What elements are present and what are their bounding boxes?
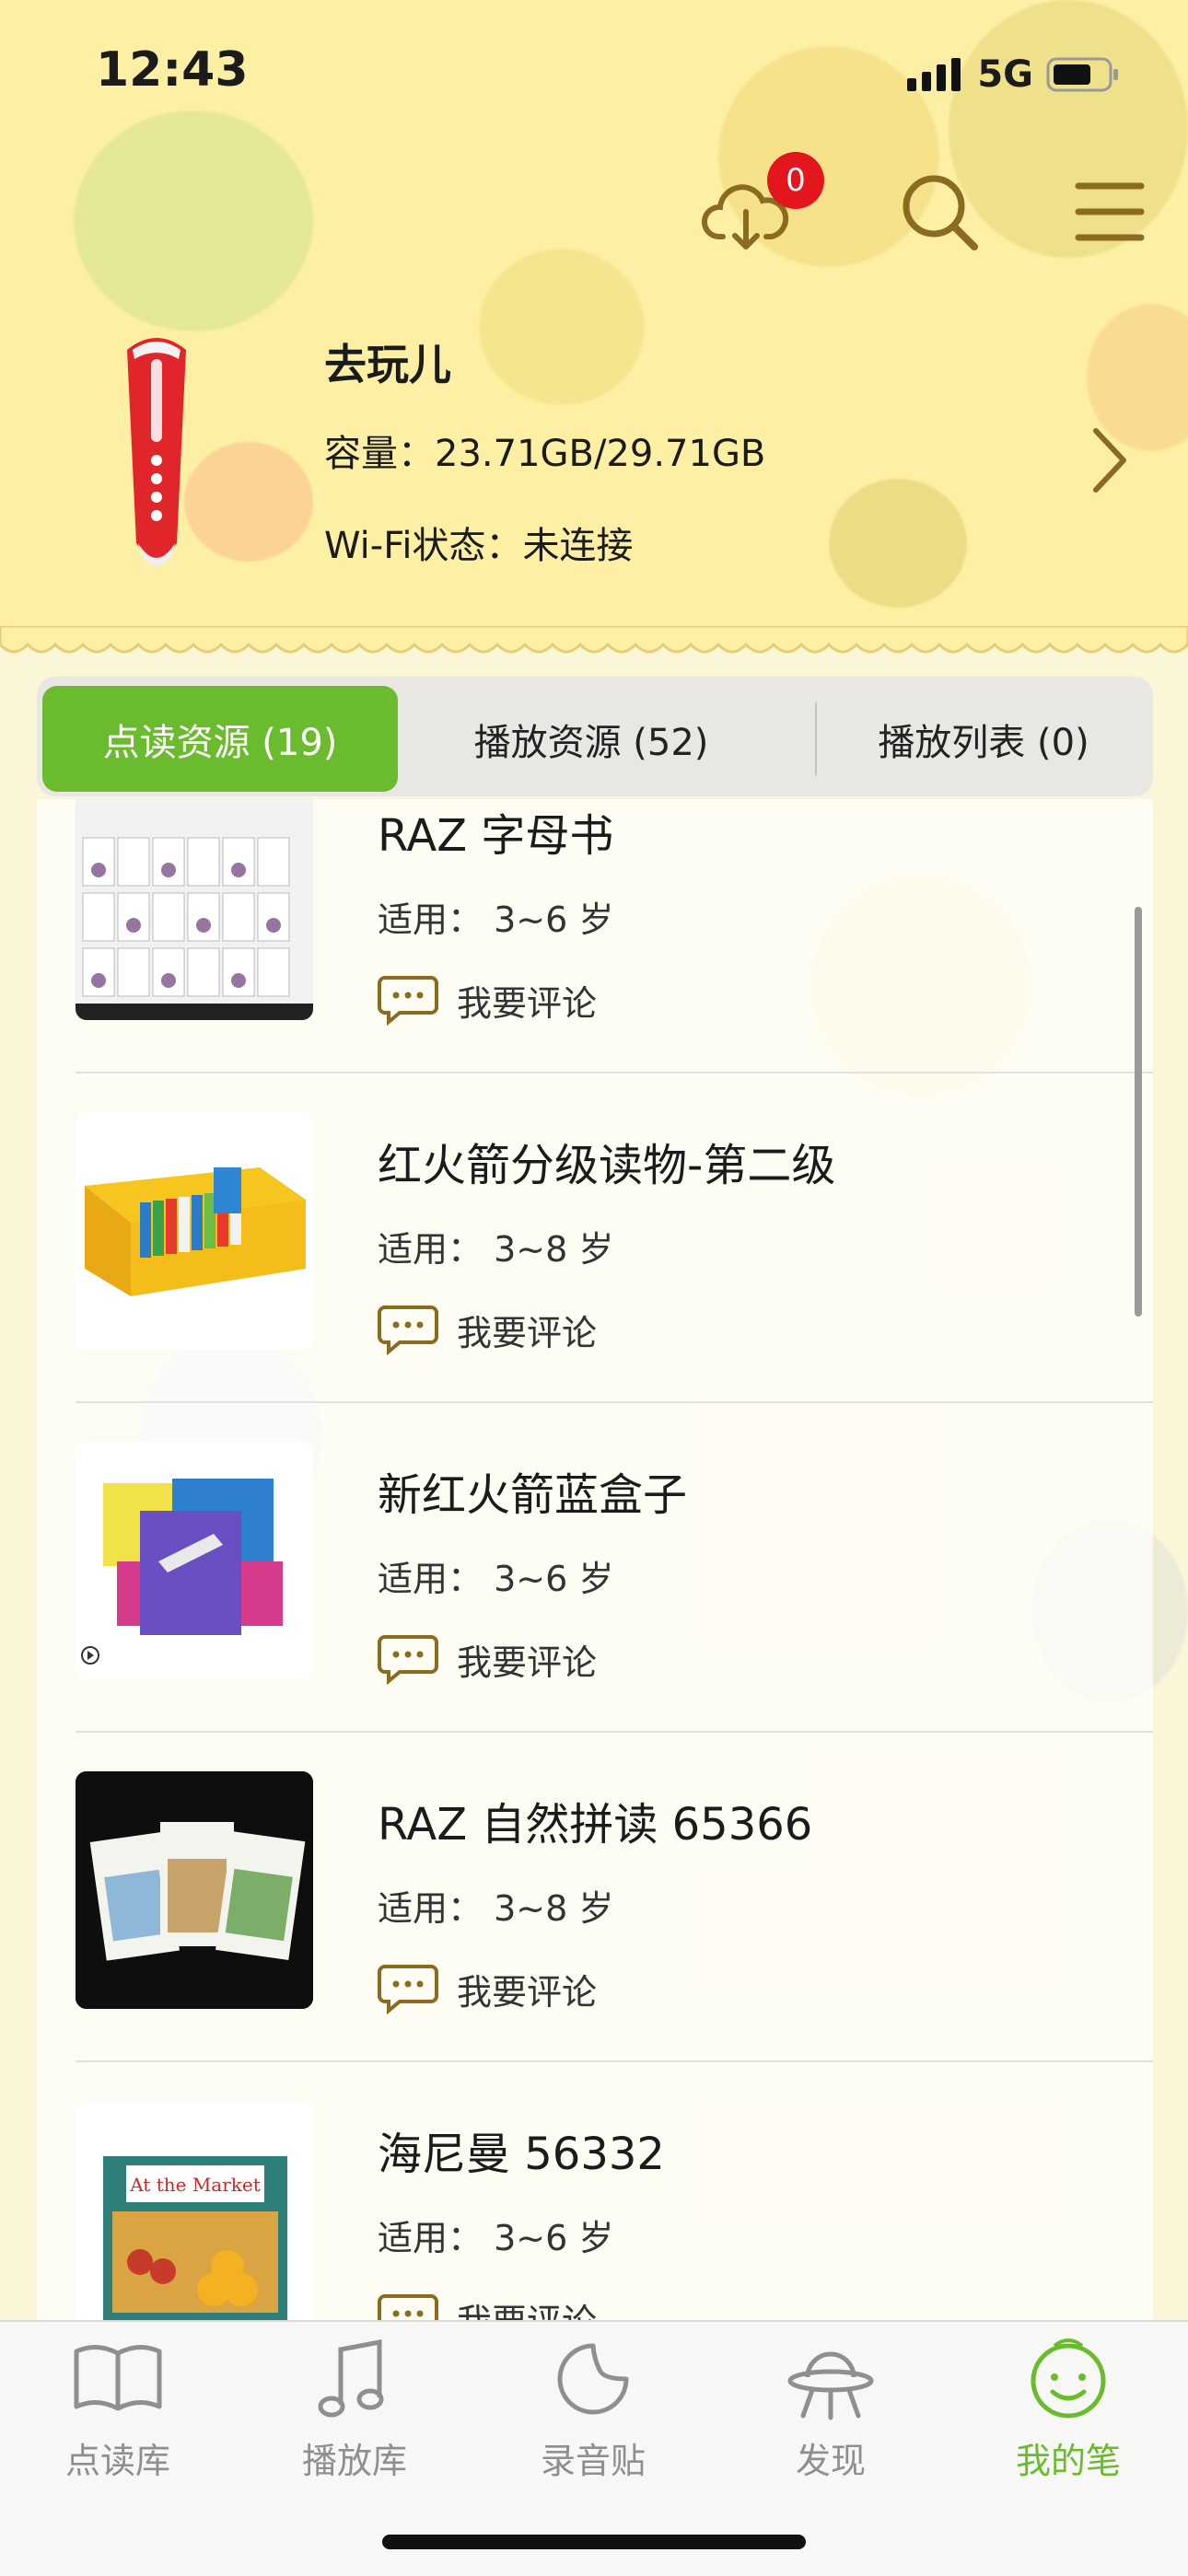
wifi-value: 未连接: [522, 525, 634, 567]
device-name: 去玩儿: [324, 340, 451, 389]
comment-button[interactable]: 我要评论: [378, 2292, 597, 2320]
status-time: 12:43: [96, 42, 249, 98]
search-icon[interactable]: [893, 166, 985, 258]
smiley-icon: [1031, 2338, 1106, 2419]
resource-title: 红火箭分级读物-第二级: [378, 1140, 836, 1191]
tabbar-item-read-library[interactable]: 点读库: [35, 2333, 201, 2499]
device-wifi-status: Wi-Fi状态：未连接: [324, 516, 633, 569]
resource-age: 适用： 3~6 岁: [378, 899, 614, 940]
comment-button[interactable]: 我要评论: [378, 1633, 597, 1685]
resource-age: 适用： 3~8 岁: [378, 1888, 614, 1929]
comment-bubble-icon: [378, 976, 438, 1026]
tabbar-label: 发现: [795, 2441, 866, 2481]
list-item[interactable]: 红火箭分级读物-第二级 适用： 3~8 岁 我要评论: [37, 1073, 1153, 1403]
list-scrollbar[interactable]: [1135, 907, 1142, 1317]
menu-icon[interactable]: [1064, 166, 1156, 258]
comment-label: 我要评论: [457, 2293, 597, 2321]
tabbar-item-record-sticker[interactable]: 录音贴: [510, 2333, 676, 2499]
download-count-badge: 0: [767, 152, 824, 209]
tab-divider: [815, 702, 817, 776]
red-rocket-level2-thumbnail: [76, 1112, 313, 1350]
comment-label: 我要评论: [457, 982, 598, 1024]
resource-age: 适用： 3~6 岁: [378, 1559, 614, 1599]
tabbar-label: 我的笔: [1015, 2441, 1121, 2481]
resource-age: 适用： 3~6 岁: [378, 2218, 614, 2258]
music-note-icon: [318, 2338, 384, 2418]
resource-list[interactable]: RAZ 字母书 适用： 3~6 岁 我要评论 红火箭分级读物-第二级 适用： 3…: [37, 799, 1153, 2320]
resource-title: 海尼曼 56332: [378, 2129, 665, 2180]
tab-read-resources[interactable]: 点读资源 (19): [42, 686, 398, 792]
book-icon: [74, 2345, 162, 2411]
comment-bubble-icon: [378, 2294, 438, 2320]
new-red-rocket-blue-box-thumbnail: [76, 1442, 313, 1679]
tab-play-resources[interactable]: 播放资源 (52): [398, 686, 785, 792]
list-item[interactable]: At the Market 海尼曼 56332 适用： 3~6 岁 我要评论: [37, 2062, 1153, 2320]
comment-bubble-icon: [378, 1635, 438, 1685]
list-item[interactable]: RAZ 自然拼读 65366 适用： 3~8 岁 我要评论: [37, 1733, 1153, 2062]
comment-label: 我要评论: [457, 1312, 598, 1353]
tabbar-item-discover[interactable]: 发现: [748, 2333, 914, 2499]
network-type: 5G: [977, 53, 1033, 96]
capacity-label: 容量：: [324, 433, 435, 475]
wifi-label: Wi-Fi状态：: [324, 525, 523, 567]
raz-phonics-thumbnail: [76, 1771, 313, 2009]
comment-button[interactable]: 我要评论: [378, 1304, 597, 1355]
capacity-value: 23.71GB/29.71GB: [435, 433, 766, 475]
list-item[interactable]: 新红火箭蓝盒子 适用： 3~6 岁 我要评论: [37, 1403, 1153, 1733]
list-item[interactable]: RAZ 字母书 适用： 3~6 岁 我要评论: [37, 799, 1153, 1073]
reading-pen-image: [127, 338, 186, 566]
sticker-icon: [557, 2343, 629, 2415]
comment-button[interactable]: 我要评论: [378, 974, 597, 1026]
heinemann-thumbnail: At the Market: [76, 2101, 313, 2320]
tab-playlist[interactable]: 播放列表 (0): [820, 686, 1147, 792]
status-bar: 12:43 5G: [0, 0, 1188, 138]
resource-title: RAZ 字母书: [378, 810, 614, 862]
device-capacity: 容量：23.71GB/29.71GB: [324, 424, 765, 477]
raz-alphabet-thumbnail: [76, 799, 313, 1020]
tabbar-item-play-library[interactable]: 播放库: [272, 2333, 437, 2499]
thumbnail-caption: At the Market: [129, 2174, 261, 2196]
comment-label: 我要评论: [457, 1971, 598, 2013]
home-indicator[interactable]: [382, 2535, 806, 2549]
resource-title: RAZ 自然拼读 65366: [378, 1799, 813, 1851]
tabbar-label: 录音贴: [540, 2441, 646, 2481]
comment-bubble-icon: [378, 1305, 438, 1355]
device-card[interactable]: 去玩儿 容量：23.71GB/29.71GB Wi-Fi状态：未连接: [0, 322, 1188, 598]
comment-label: 我要评论: [457, 1642, 598, 1683]
tabbar-item-my-pen[interactable]: 我的笔: [985, 2333, 1151, 2499]
ufo-icon: [787, 2351, 874, 2420]
tabbar-label: 点读库: [64, 2441, 170, 2481]
comment-bubble-icon: [378, 1965, 438, 2014]
resource-title: 新红火箭蓝盒子: [378, 1469, 688, 1521]
comment-button[interactable]: 我要评论: [378, 1963, 597, 2014]
resource-tabs: 点读资源 (19) 播放资源 (52) 播放列表 (0): [37, 677, 1153, 796]
header-wave-edge: [0, 626, 1188, 654]
battery-icon: [1046, 57, 1118, 92]
cellular-signal-icon: [907, 58, 961, 91]
chevron-right-icon[interactable]: [1087, 424, 1133, 497]
tabbar-label: 播放库: [301, 2441, 407, 2481]
resource-age: 适用： 3~8 岁: [378, 1229, 614, 1270]
